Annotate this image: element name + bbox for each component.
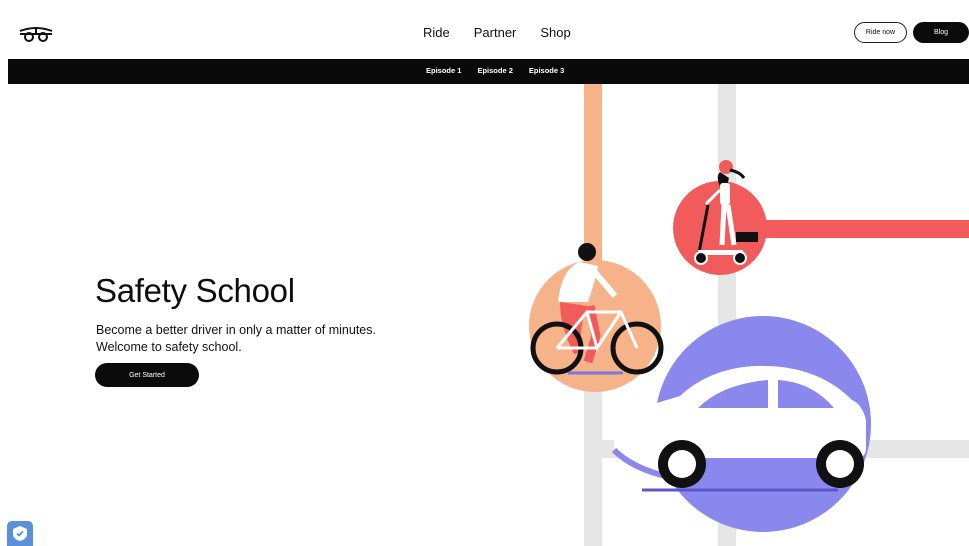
shield-check-icon[interactable] [7,521,33,546]
blog-button[interactable]: Blog [913,22,969,43]
nav-shop[interactable]: Shop [540,25,570,40]
episode-3-link[interactable]: Episode 3 [529,66,564,75]
hero-illustration [529,84,969,546]
ride-now-button[interactable]: Ride now [854,22,907,43]
page: Ride Partner Shop Ride now Blog Episode … [8,0,969,546]
scooter-rider-icon [673,160,767,275]
top-header: Ride Partner Shop Ride now Blog [8,8,969,58]
main-nav: Ride Partner Shop [423,25,571,40]
cyclist-icon [529,243,664,392]
nav-partner[interactable]: Partner [474,25,517,40]
nav-ride[interactable]: Ride [423,25,450,40]
bird-logo-icon[interactable] [18,21,54,45]
episode-bar: Episode 1 Episode 2 Episode 3 [8,59,969,84]
episode-2-link[interactable]: Episode 2 [477,66,512,75]
coral-path [738,220,969,238]
episode-1-link[interactable]: Episode 1 [426,66,461,75]
